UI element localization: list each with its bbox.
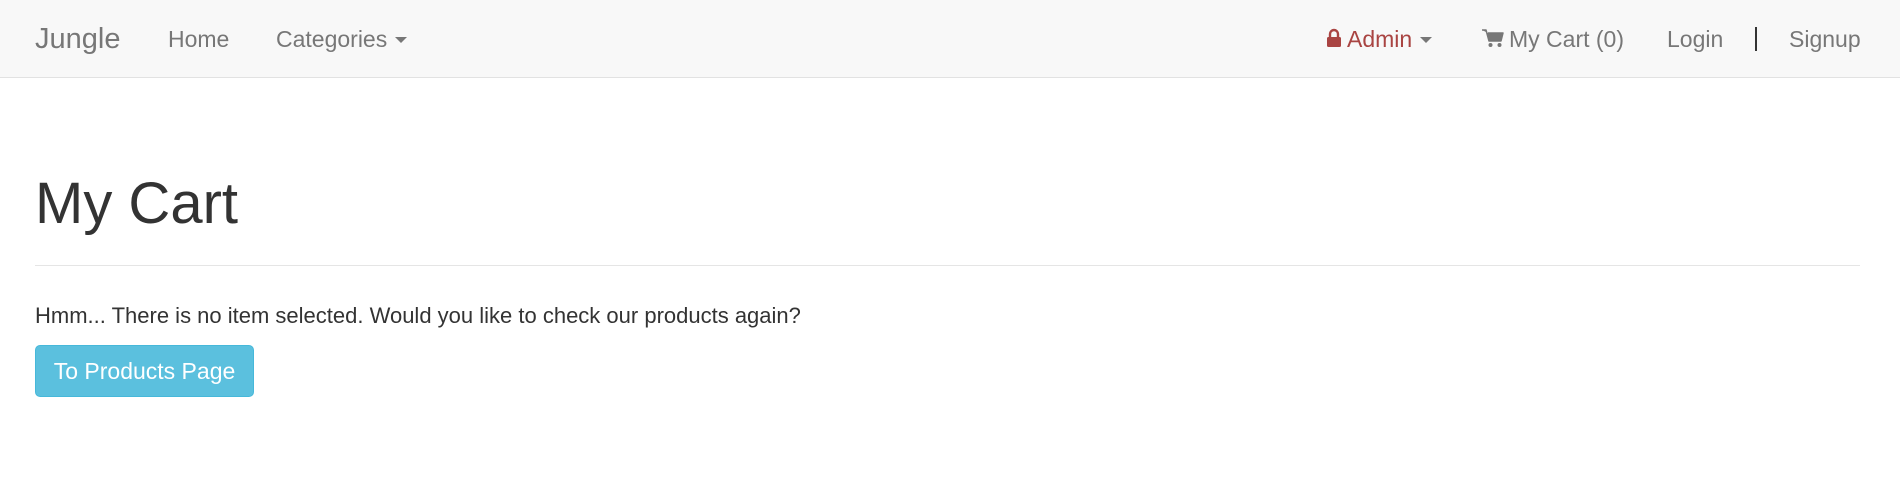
brand-link[interactable]: Jungle [35,0,120,78]
nav-admin-label: Admin [1347,26,1413,52]
nav-categories-dropdown[interactable]: Categories [276,0,408,78]
title-divider [35,265,1860,266]
nav-divider [1755,27,1757,51]
caret-down-icon [1420,36,1433,43]
shopping-cart-icon [1482,29,1504,47]
caret-down-icon [395,36,408,43]
empty-cart-message: Hmm... There is no item selected. Would … [35,303,801,328]
nav-login-link[interactable]: Login [1667,0,1723,78]
lock-icon [1327,28,1341,47]
page-title: My Cart [35,171,238,236]
nav-signup-link[interactable]: Signup [1789,0,1861,78]
to-products-button[interactable]: To Products Page [35,345,254,397]
top-navbar: Jungle Home Categories Admin My Cart (0)… [0,0,1900,78]
nav-categories-label: Categories [276,26,388,52]
nav-cart-label: My Cart (0) [1509,26,1624,52]
nav-home-link[interactable]: Home [168,0,229,78]
nav-admin-dropdown[interactable]: Admin [1326,0,1433,78]
nav-cart-link[interactable]: My Cart (0) [1482,0,1624,78]
